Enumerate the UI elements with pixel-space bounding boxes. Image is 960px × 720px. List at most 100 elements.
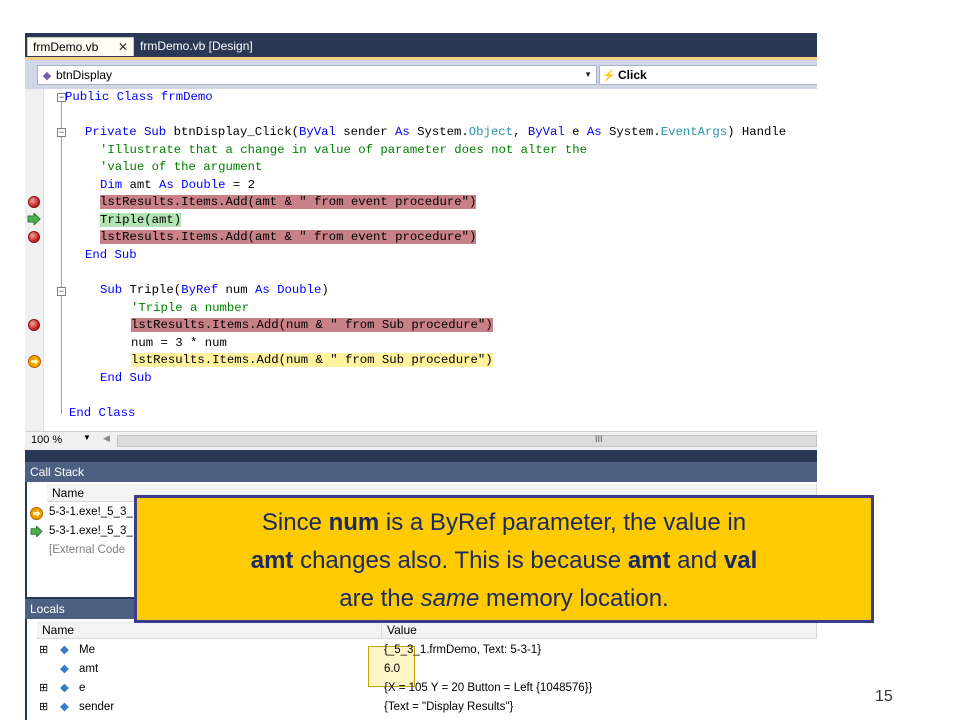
code-text: As Double: [255, 283, 322, 297]
code-line[interactable]: Public Class frmDemo: [65, 89, 213, 106]
breakpoint-margin[interactable]: [25, 89, 44, 431]
current-statement-icon: [28, 355, 41, 368]
navigation-bar: ◆ btnDisplay ▼ ⚡ Click: [25, 57, 817, 89]
callout-line-3: are the same memory location.: [137, 580, 871, 618]
code-line[interactable]: End Sub: [100, 370, 152, 387]
collapse-icon[interactable]: −: [57, 128, 66, 137]
tab-label: frmDemo.vb: [33, 40, 99, 54]
tab-label: frmDemo.vb [Design]: [140, 39, 253, 53]
lightning-icon: ⚡: [602, 70, 616, 82]
code-line[interactable]: Private Sub btnDisplay_Click(ByVal sende…: [85, 124, 786, 141]
expand-icon[interactable]: ⊞: [39, 641, 48, 659]
code-line[interactable]: 'Triple a number: [131, 300, 249, 317]
tab-frmdemo-design[interactable]: frmDemo.vb [Design]: [135, 37, 285, 56]
local-value[interactable]: {Text = "Display Results"}: [384, 698, 513, 716]
code-text: End Class: [69, 406, 136, 420]
local-name[interactable]: amt: [79, 660, 98, 678]
call-stack-row[interactable]: 5-3-1.exe!_5_3_: [49, 522, 133, 540]
code-line[interactable]: Sub Triple(ByRef num As Double): [100, 282, 329, 299]
callout-text: is a ByRef parameter, the value in: [379, 509, 747, 536]
code-text: ): [321, 283, 329, 297]
code-text: btnDisplay_Click(: [173, 125, 300, 139]
local-name[interactable]: Me: [79, 641, 95, 659]
expand-icon[interactable]: ⊞: [39, 698, 48, 716]
scrollbar-grip[interactable]: III: [595, 434, 603, 444]
code-text: As: [394, 125, 410, 139]
field-icon: ◆: [60, 701, 69, 713]
column-label: Name: [42, 623, 75, 637]
code-line[interactable]: 'Illustrate that a change in value of pa…: [100, 142, 587, 159]
column-header-name[interactable]: Name: [37, 621, 382, 639]
code-line-breakpoint[interactable]: lstResults.Items.Add(num & " from Sub pr…: [131, 317, 493, 334]
code-line[interactable]: num = 3 * num: [131, 335, 227, 352]
expand-icon[interactable]: ⊞: [39, 679, 48, 697]
code-text: amt: [122, 178, 160, 192]
code-line[interactable]: End Sub: [85, 247, 137, 264]
local-name[interactable]: sender: [79, 698, 114, 716]
local-value[interactable]: 6.0: [384, 660, 400, 678]
code-editor[interactable]: − − − Public Class frmDemo Private Sub b…: [25, 89, 817, 431]
code-text: Triple(amt): [100, 213, 182, 227]
column-header-value[interactable]: Value: [382, 621, 817, 639]
code-line[interactable]: Dim amt As Double = 2: [100, 177, 255, 194]
call-stack-row[interactable]: 5-3-1.exe!_5_3_: [49, 503, 133, 521]
collapse-icon[interactable]: −: [57, 287, 66, 296]
code-line-call-site[interactable]: Triple(amt): [100, 212, 182, 229]
event-value: Click: [618, 68, 647, 82]
chevron-down-icon[interactable]: ▼: [83, 433, 91, 442]
callout-bold: val: [723, 547, 758, 574]
callout-text: Since: [261, 509, 329, 536]
code-text: ByVal: [299, 125, 336, 139]
code-text: lstResults.Items.Add(num & " from Sub pr…: [131, 353, 493, 367]
page-number: 15: [875, 688, 893, 705]
zoom-level[interactable]: 100 %: [31, 434, 62, 446]
code-text: e: [564, 125, 587, 139]
breakpoint-icon[interactable]: [28, 196, 40, 208]
object-dropdown[interactable]: ◆ btnDisplay ▼: [37, 65, 597, 85]
outline-line: [61, 102, 62, 414]
code-line[interactable]: 'value of the argument: [100, 159, 262, 176]
code-line-current[interactable]: lstResults.Items.Add(num & " from Sub pr…: [131, 352, 493, 369]
object-value: btnDisplay: [56, 68, 113, 82]
scroll-left-icon[interactable]: ◀: [103, 433, 110, 444]
local-name[interactable]: e: [79, 679, 85, 697]
callout-text: are the: [339, 585, 421, 612]
control-icon: ◆: [42, 70, 52, 82]
code-line-breakpoint[interactable]: lstResults.Items.Add(amt & " from event …: [100, 194, 477, 211]
callout-bold: amt: [250, 547, 294, 574]
code-text: As: [586, 125, 602, 139]
local-value[interactable]: {_5_3_1.frmDemo, Text: 5-3-1}: [384, 641, 541, 659]
code-text: Sub: [100, 283, 123, 297]
code-text: System.: [409, 125, 469, 139]
code-text: Dim: [100, 178, 123, 192]
locals-pane: Name Value ⊞ ◆ Me {_5_3_1.frmDemo, Text:…: [27, 619, 817, 720]
code-text: Public Class frmDemo: [65, 90, 213, 104]
column-label: Name: [52, 486, 85, 500]
callout-text: memory location.: [479, 585, 669, 612]
code-line[interactable]: End Class: [69, 405, 135, 422]
code-text: = 2: [225, 178, 255, 192]
callout-text: changes also. This is because: [293, 547, 628, 574]
code-line-breakpoint[interactable]: lstResults.Items.Add(amt & " from event …: [100, 229, 477, 246]
breakpoint-icon[interactable]: [28, 319, 40, 331]
call-stack-header[interactable]: Call Stack: [25, 462, 817, 482]
event-dropdown[interactable]: ⚡ Click: [599, 65, 817, 85]
close-icon[interactable]: ✕: [118, 38, 128, 57]
field-icon: ◆: [60, 644, 69, 656]
current-frame-icon: [30, 507, 43, 520]
local-value[interactable]: {X = 105 Y = 20 Button = Left {1048576}}: [384, 679, 592, 697]
horizontal-scrollbar[interactable]: [117, 435, 817, 447]
call-stack-row[interactable]: [External Code: [49, 541, 125, 559]
explanation-callout: Since num is a ByRef parameter, the valu…: [134, 495, 874, 623]
callout-line-1: Since num is a ByRef parameter, the valu…: [137, 504, 871, 542]
code-text: System.: [601, 125, 661, 139]
code-text: As Double: [159, 178, 226, 192]
code-text: ByVal: [527, 125, 565, 139]
code-comment: 'value of the argument: [100, 160, 263, 174]
breakpoint-icon[interactable]: [28, 231, 40, 243]
code-text: EventArgs: [660, 125, 728, 139]
editor-status-bar: 100 % ▼ ◀ III: [25, 431, 817, 450]
field-icon: ◆: [60, 663, 69, 675]
tab-frmdemo-code[interactable]: frmDemo.vb ✕: [27, 37, 134, 56]
chevron-down-icon[interactable]: ▼: [584, 66, 592, 84]
